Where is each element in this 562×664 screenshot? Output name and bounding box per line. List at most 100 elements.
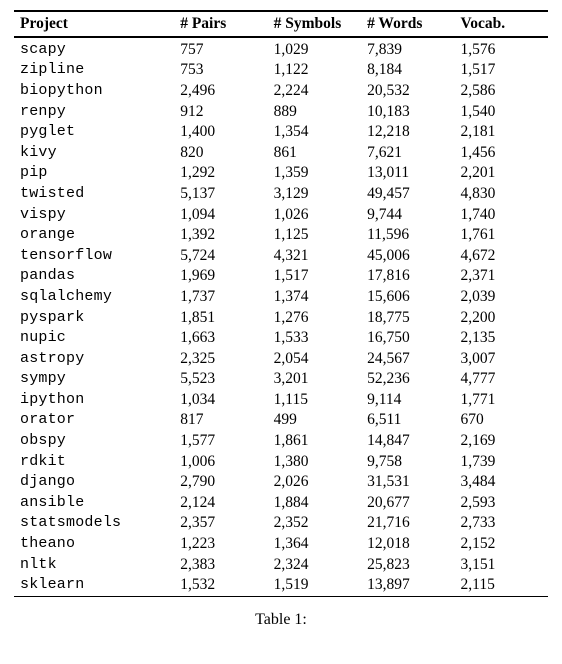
cell-pairs: 1,392 <box>174 225 267 246</box>
cell-symbols: 889 <box>268 101 361 122</box>
cell-pairs: 1,034 <box>174 390 267 411</box>
cell-words: 10,183 <box>361 101 454 122</box>
table-caption: Table 1: <box>14 611 548 629</box>
col-header-vocab: Vocab. <box>455 11 548 37</box>
cell-words: 13,011 <box>361 163 454 184</box>
cell-symbols: 1,125 <box>268 225 361 246</box>
table-header-row: Project # Pairs # Symbols # Words Vocab. <box>14 11 548 37</box>
cell-pairs: 1,737 <box>174 287 267 308</box>
cell-words: 6,511 <box>361 410 454 431</box>
cell-words: 7,621 <box>361 142 454 163</box>
cell-vocab: 2,181 <box>455 122 548 143</box>
cell-project: statsmodels <box>14 513 174 534</box>
cell-pairs: 1,532 <box>174 575 267 596</box>
cell-project: sympy <box>14 369 174 390</box>
cell-words: 16,750 <box>361 328 454 349</box>
cell-project: nupic <box>14 328 174 349</box>
cell-vocab: 4,830 <box>455 184 548 205</box>
cell-symbols: 1,364 <box>268 534 361 555</box>
table-row: orange1,3921,12511,5961,761 <box>14 225 548 246</box>
table-row: sympy5,5233,20152,2364,777 <box>14 369 548 390</box>
cell-pairs: 1,006 <box>174 451 267 472</box>
table-row: scapy7571,0297,8391,576 <box>14 40 548 61</box>
cell-symbols: 1,380 <box>268 451 361 472</box>
cell-symbols: 3,129 <box>268 184 361 205</box>
table-row: orator8174996,511670 <box>14 410 548 431</box>
table-row: pip1,2921,35913,0112,201 <box>14 163 548 184</box>
cell-symbols: 1,122 <box>268 60 361 81</box>
cell-pairs: 1,969 <box>174 266 267 287</box>
cell-vocab: 1,456 <box>455 142 548 163</box>
caption-prefix: Table 1: <box>255 611 307 628</box>
cell-words: 31,531 <box>361 472 454 493</box>
cell-pairs: 2,357 <box>174 513 267 534</box>
table-row: biopython2,4962,22420,5322,586 <box>14 81 548 102</box>
cell-words: 13,897 <box>361 575 454 596</box>
cell-project: pyglet <box>14 122 174 143</box>
cell-project: orator <box>14 410 174 431</box>
cell-vocab: 1,517 <box>455 60 548 81</box>
cell-pairs: 753 <box>174 60 267 81</box>
stats-table: Project # Pairs # Symbols # Words Vocab.… <box>14 10 548 597</box>
cell-symbols: 2,224 <box>268 81 361 102</box>
cell-project: django <box>14 472 174 493</box>
cell-words: 45,006 <box>361 245 454 266</box>
cell-project: sqlalchemy <box>14 287 174 308</box>
cell-vocab: 4,672 <box>455 245 548 266</box>
col-header-words: # Words <box>361 11 454 37</box>
table-body: scapy7571,0297,8391,576zipline7531,1228,… <box>14 38 548 597</box>
cell-words: 20,532 <box>361 81 454 102</box>
table-row: sqlalchemy1,7371,37415,6062,039 <box>14 287 548 308</box>
cell-vocab: 1,576 <box>455 40 548 61</box>
table-row: zipline7531,1228,1841,517 <box>14 60 548 81</box>
cell-symbols: 861 <box>268 142 361 163</box>
cell-vocab: 2,371 <box>455 266 548 287</box>
cell-words: 14,847 <box>361 431 454 452</box>
cell-project: orange <box>14 225 174 246</box>
cell-words: 18,775 <box>361 307 454 328</box>
cell-symbols: 1,029 <box>268 40 361 61</box>
cell-words: 21,716 <box>361 513 454 534</box>
table-row: statsmodels2,3572,35221,7162,733 <box>14 513 548 534</box>
table-row: rdkit1,0061,3809,7581,739 <box>14 451 548 472</box>
cell-symbols: 1,359 <box>268 163 361 184</box>
cell-project: renpy <box>14 101 174 122</box>
table-row: theano1,2231,36412,0182,152 <box>14 534 548 555</box>
table-row: sklearn1,5321,51913,8972,115 <box>14 575 548 596</box>
cell-symbols: 1,884 <box>268 493 361 514</box>
cell-project: kivy <box>14 142 174 163</box>
cell-project: theano <box>14 534 174 555</box>
cell-words: 17,816 <box>361 266 454 287</box>
cell-words: 25,823 <box>361 554 454 575</box>
cell-symbols: 499 <box>268 410 361 431</box>
table-row: kivy8208617,6211,456 <box>14 142 548 163</box>
cell-symbols: 1,861 <box>268 431 361 452</box>
cell-project: sklearn <box>14 575 174 596</box>
cell-words: 12,018 <box>361 534 454 555</box>
table-row: nupic1,6631,53316,7502,135 <box>14 328 548 349</box>
cell-vocab: 2,201 <box>455 163 548 184</box>
cell-words: 9,758 <box>361 451 454 472</box>
table-row: nltk2,3832,32425,8233,151 <box>14 554 548 575</box>
cell-project: biopython <box>14 81 174 102</box>
cell-vocab: 1,771 <box>455 390 548 411</box>
cell-vocab: 2,152 <box>455 534 548 555</box>
col-header-pairs: # Pairs <box>174 11 267 37</box>
cell-words: 24,567 <box>361 348 454 369</box>
cell-project: ansible <box>14 493 174 514</box>
cell-project: pip <box>14 163 174 184</box>
cell-symbols: 1,354 <box>268 122 361 143</box>
cell-vocab: 3,151 <box>455 554 548 575</box>
cell-words: 9,744 <box>361 204 454 225</box>
col-header-project: Project <box>14 11 174 37</box>
cell-project: obspy <box>14 431 174 452</box>
cell-pairs: 2,790 <box>174 472 267 493</box>
table-row: pyspark1,8511,27618,7752,200 <box>14 307 548 328</box>
cell-words: 49,457 <box>361 184 454 205</box>
cell-vocab: 2,733 <box>455 513 548 534</box>
table-row: pyglet1,4001,35412,2182,181 <box>14 122 548 143</box>
cell-words: 8,184 <box>361 60 454 81</box>
cell-project: pandas <box>14 266 174 287</box>
cell-project: zipline <box>14 60 174 81</box>
cell-vocab: 4,777 <box>455 369 548 390</box>
